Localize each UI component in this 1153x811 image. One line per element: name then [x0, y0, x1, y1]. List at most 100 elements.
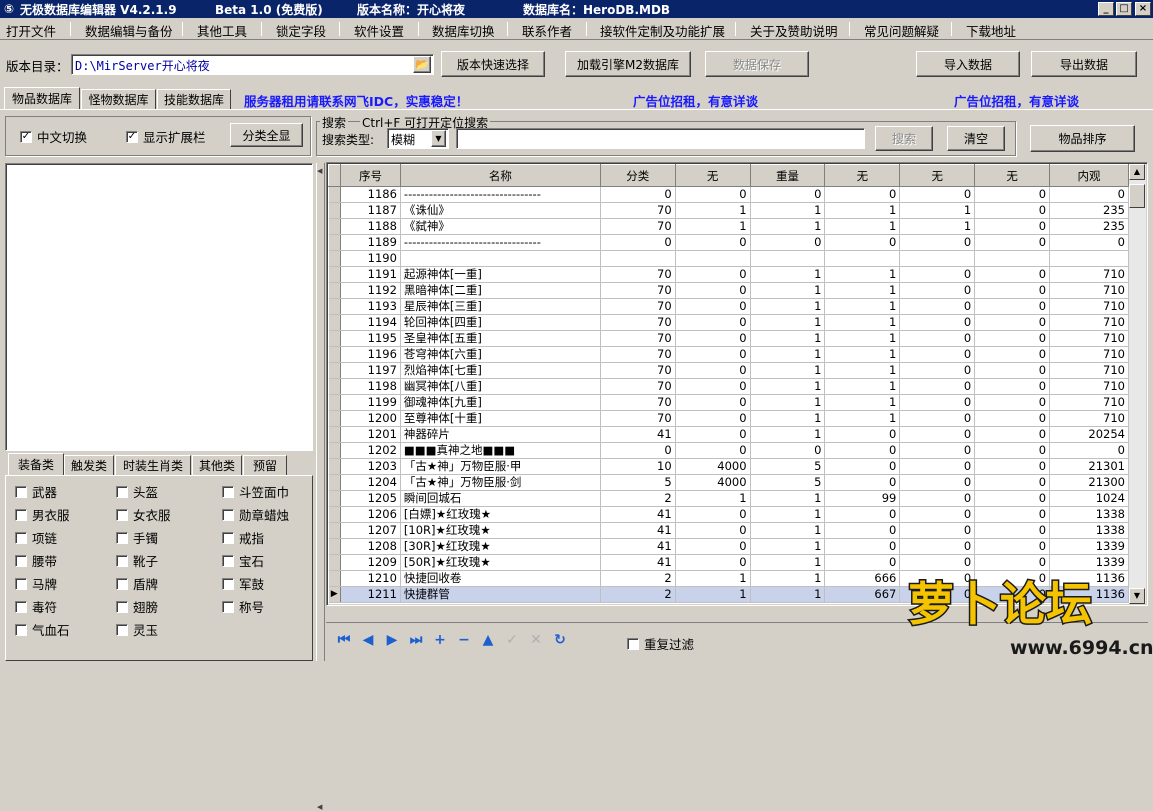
search-button[interactable]: 搜索: [875, 126, 933, 151]
table-cell[interactable]: 0: [974, 186, 1051, 203]
cancel-edit-icon[interactable]: ✕: [527, 631, 545, 649]
table-row[interactable]: 1202 ■■■真神之地■■■ 0 0 0 0 0 0 0: [328, 442, 1129, 459]
table-cell[interactable]: 0: [974, 474, 1051, 491]
table-cell[interactable]: 0: [750, 442, 826, 459]
table-row[interactable]: 1197 烈焰神体[七重] 70 0 1 1 0 0 710: [328, 362, 1129, 379]
table-cell[interactable]: 苍穹神体[六重]: [400, 346, 601, 363]
category-checkbox[interactable]: 灵玉: [116, 620, 158, 639]
table-cell[interactable]: 1: [750, 394, 826, 411]
row-indicator[interactable]: [328, 538, 341, 555]
menu-open-file[interactable]: 打开文件: [6, 21, 56, 40]
table-cell[interactable]: 1204: [340, 474, 401, 491]
row-indicator[interactable]: [328, 458, 341, 475]
table-cell[interactable]: 1024: [1049, 490, 1129, 507]
table-cell[interactable]: [675, 250, 751, 267]
row-indicator[interactable]: [328, 186, 341, 203]
row-indicator[interactable]: [328, 490, 341, 507]
table-cell[interactable]: 667: [824, 586, 901, 603]
table-cell[interactable]: 1: [750, 378, 826, 395]
table-cell[interactable]: 1: [675, 490, 751, 507]
table-cell[interactable]: 1194: [340, 314, 401, 331]
table-cell[interactable]: 0: [974, 346, 1051, 363]
table-cell[interactable]: 0: [824, 522, 901, 539]
row-indicator[interactable]: [328, 314, 341, 331]
table-cell[interactable]: 1: [750, 346, 826, 363]
table-cell[interactable]: 1186: [340, 186, 401, 203]
table-cell[interactable]: 1: [675, 218, 751, 235]
row-indicator[interactable]: [328, 250, 341, 267]
table-cell[interactable]: 1198: [340, 378, 401, 395]
table-cell[interactable]: 0: [899, 458, 976, 475]
row-indicator[interactable]: [328, 570, 341, 587]
table-cell[interactable]: 「古★神」万物臣服·剑: [400, 474, 601, 491]
table-cell[interactable]: 2: [600, 490, 676, 507]
quick-select-button[interactable]: 版本快速选择: [441, 51, 545, 77]
table-cell[interactable]: 41: [600, 538, 676, 555]
category-checkbox[interactable]: 女衣服: [116, 505, 171, 524]
table-cell[interactable]: 0: [974, 490, 1051, 507]
table-cell[interactable]: [白嫖]★红玫瑰★: [400, 506, 601, 523]
menu-contact-author[interactable]: 联系作者: [522, 21, 572, 40]
table-cell[interactable]: 1193: [340, 298, 401, 315]
category-checkbox[interactable]: 盾牌: [116, 574, 158, 593]
table-cell[interactable]: 1: [750, 218, 826, 235]
table-cell[interactable]: 《诛仙》: [400, 202, 601, 219]
table-cell[interactable]: 御魂神体[九重]: [400, 394, 601, 411]
table-cell[interactable]: 1: [750, 314, 826, 331]
table-cell[interactable]: ---------------------------------: [400, 234, 601, 251]
table-cell[interactable]: 0: [675, 266, 751, 283]
table-cell[interactable]: 710: [1049, 282, 1129, 299]
table-cell[interactable]: 1: [899, 202, 976, 219]
table-cell[interactable]: 1: [824, 202, 901, 219]
table-row[interactable]: 1188 《弑神》 70 1 1 1 1 0 235: [328, 218, 1129, 235]
category-checkbox[interactable]: 男衣服: [15, 505, 70, 524]
table-cell[interactable]: 1: [824, 218, 901, 235]
category-checkbox[interactable]: 武器: [15, 482, 57, 501]
table-cell[interactable]: 1195: [340, 330, 401, 347]
table-row[interactable]: 1206 [白嫖]★红玫瑰★ 41 0 1 0 0 0 1338: [328, 506, 1129, 523]
next-record-icon[interactable]: ▶: [383, 631, 401, 649]
table-cell[interactable]: 0: [899, 186, 976, 203]
close-button[interactable]: ×: [1135, 2, 1151, 16]
table-cell[interactable]: 1: [750, 362, 826, 379]
table-cell[interactable]: 圣皇神体[五重]: [400, 330, 601, 347]
table-cell[interactable]: ■■■真神之地■■■: [400, 442, 601, 459]
table-cell[interactable]: 1207: [340, 522, 401, 539]
column-header[interactable]: 名称: [399, 164, 601, 187]
table-row[interactable]: 1208 [30R]★红玫瑰★ 41 0 1 0 0 0 1339: [328, 538, 1129, 555]
category-checkbox[interactable]: 军鼓: [222, 574, 264, 593]
table-cell[interactable]: 0: [1049, 442, 1129, 459]
table-cell[interactable]: 「古★神」万物臣服·甲: [400, 458, 601, 475]
clear-button[interactable]: 清空: [947, 126, 1005, 151]
menu-data-edit-backup[interactable]: 数据编辑与备份: [85, 21, 173, 40]
add-record-icon[interactable]: +: [431, 631, 449, 649]
refresh-icon[interactable]: ↻: [551, 631, 569, 649]
table-cell[interactable]: [824, 250, 901, 267]
table-cell[interactable]: 710: [1049, 394, 1129, 411]
table-cell[interactable]: [750, 250, 826, 267]
category-checkbox[interactable]: 勋章蜡烛: [222, 505, 289, 524]
table-cell[interactable]: 1: [750, 410, 826, 427]
table-row[interactable]: 1200 至尊神体[十重] 70 0 1 1 0 0 710: [328, 410, 1129, 427]
table-cell[interactable]: 1: [824, 282, 901, 299]
table-cell[interactable]: 0: [824, 474, 901, 491]
table-cell[interactable]: 710: [1049, 330, 1129, 347]
row-indicator[interactable]: [328, 378, 341, 395]
row-indicator[interactable]: [328, 554, 341, 571]
table-cell[interactable]: [1049, 250, 1129, 267]
tab-skill-db[interactable]: 技能数据库: [157, 89, 231, 109]
table-cell[interactable]: 至尊神体[十重]: [400, 410, 601, 427]
row-indicator[interactable]: [328, 474, 341, 491]
table-cell[interactable]: 0: [675, 522, 751, 539]
table-cell[interactable]: 0: [824, 426, 901, 443]
table-cell[interactable]: 黑暗神体[二重]: [400, 282, 601, 299]
table-cell[interactable]: 0: [750, 186, 826, 203]
table-cell[interactable]: 99: [824, 490, 901, 507]
category-checkbox[interactable]: 斗笠面巾: [222, 482, 289, 501]
table-cell[interactable]: 0: [899, 426, 976, 443]
table-cell[interactable]: 1: [824, 394, 901, 411]
row-indicator[interactable]: [328, 442, 341, 459]
dup-filter-checkbox[interactable]: 重复过滤: [627, 634, 694, 653]
splitter[interactable]: ◀ ◀: [316, 163, 325, 811]
table-cell[interactable]: 0: [675, 426, 751, 443]
